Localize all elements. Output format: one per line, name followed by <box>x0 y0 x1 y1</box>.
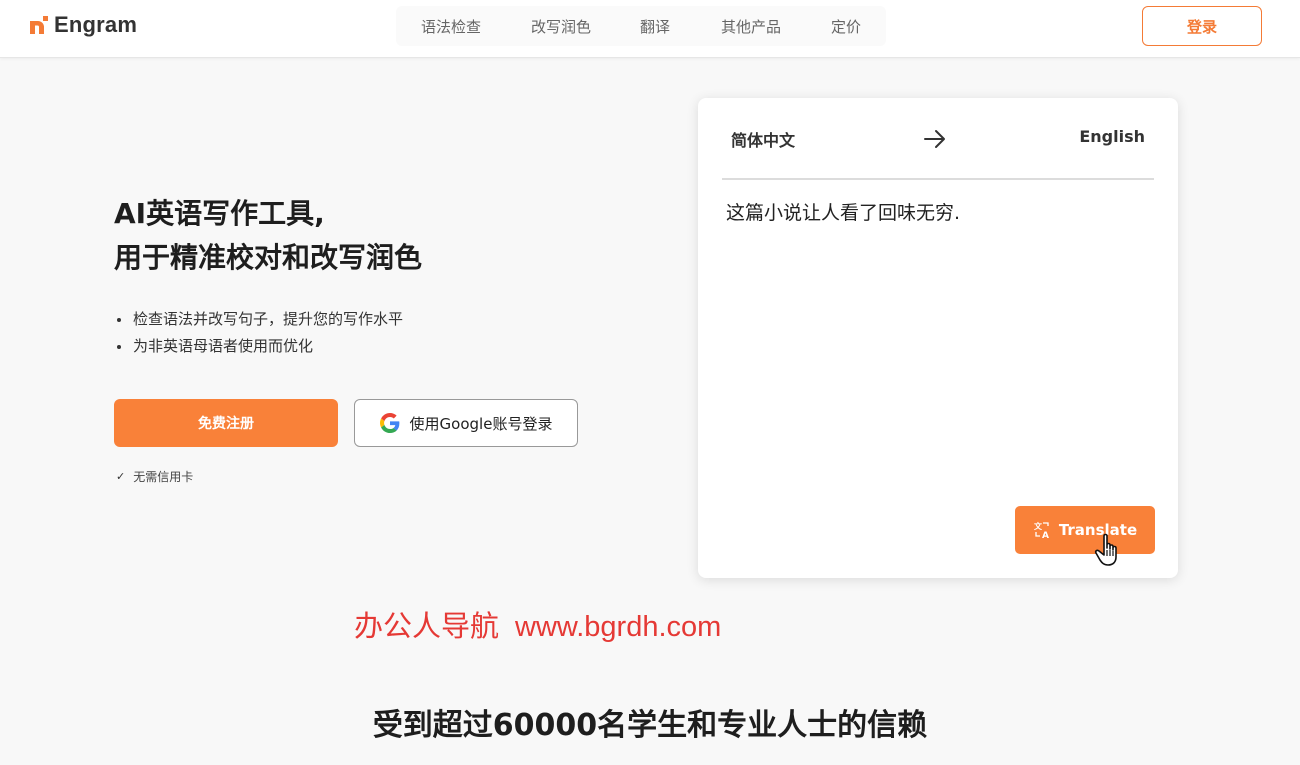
google-icon <box>379 413 399 433</box>
login-button[interactable]: 登录 <box>1142 6 1262 46</box>
bullet-icon <box>117 317 121 322</box>
bullet-icon <box>117 344 121 349</box>
nav-item-pricing[interactable]: 定价 <box>831 16 861 37</box>
source-text-area[interactable]: 这篇小说让人看了回味无穷. <box>726 199 1146 227</box>
translator-card: 简体中文 English 这篇小说让人看了回味无穷. 文 A Translate <box>698 98 1178 578</box>
nav-item-grammar-check[interactable]: 语法检查 <box>421 16 481 37</box>
feature-text: 检查语法并改写句子，提升您的写作水平 <box>133 310 404 328</box>
list-item: 检查语法并改写句子，提升您的写作水平 <box>114 306 614 333</box>
arrow-right-icon[interactable] <box>922 127 948 151</box>
no-credit-card-label: 无需信用卡 <box>133 470 194 484</box>
nav-item-rewrite[interactable]: 改写润色 <box>531 16 591 37</box>
list-item: 为非英语母语者使用而优化 <box>114 333 614 360</box>
top-navbar: Engram 语法检查 改写润色 翻译 其他产品 定价 登录 <box>0 0 1300 58</box>
hand-cursor-icon <box>1094 533 1117 566</box>
google-login-button[interactable]: 使用Google账号登录 <box>354 399 578 447</box>
feature-text: 为非英语母语者使用而优化 <box>133 337 314 355</box>
feature-list: 检查语法并改写句子，提升您的写作水平 为非英语母语者使用而优化 <box>114 306 614 360</box>
nav-item-translate[interactable]: 翻译 <box>640 16 670 37</box>
svg-text:文: 文 <box>1034 521 1043 531</box>
divider <box>722 178 1154 180</box>
translate-icon: 文 A <box>1034 521 1049 539</box>
hero-title: AI英语写作工具, 用于精准校对和改写润色 <box>114 192 634 280</box>
watermark: 办公人导航 www.bgrdh.com <box>354 603 721 645</box>
watermark-url: www.bgrdh.com <box>515 611 722 643</box>
brand-name: Engram <box>54 12 138 37</box>
hero-title-line-1: AI英语写作工具, <box>114 197 325 230</box>
no-credit-card-note: ✓ 无需信用卡 <box>116 468 193 485</box>
source-language-select[interactable]: 简体中文 <box>731 127 795 151</box>
google-login-label: 使用Google账号登录 <box>409 414 553 433</box>
watermark-name: 办公人导航 <box>354 611 500 643</box>
engram-logo-icon <box>30 16 48 34</box>
main-nav: 语法检查 改写润色 翻译 其他产品 定价 <box>396 6 886 46</box>
trust-heading: 受到超过60000名学生和专业人士的信赖 <box>372 708 928 743</box>
target-language-select[interactable]: English <box>1079 127 1145 146</box>
free-signup-button[interactable]: 免费注册 <box>114 399 338 447</box>
hero-title-line-2: 用于精准校对和改写润色 <box>114 241 423 274</box>
brand-logo[interactable]: Engram <box>30 12 137 38</box>
check-icon: ✓ <box>116 470 126 483</box>
svg-text:A: A <box>1042 531 1049 539</box>
nav-item-other-products[interactable]: 其他产品 <box>721 16 781 37</box>
translate-button[interactable]: 文 A Translate <box>1015 506 1155 554</box>
